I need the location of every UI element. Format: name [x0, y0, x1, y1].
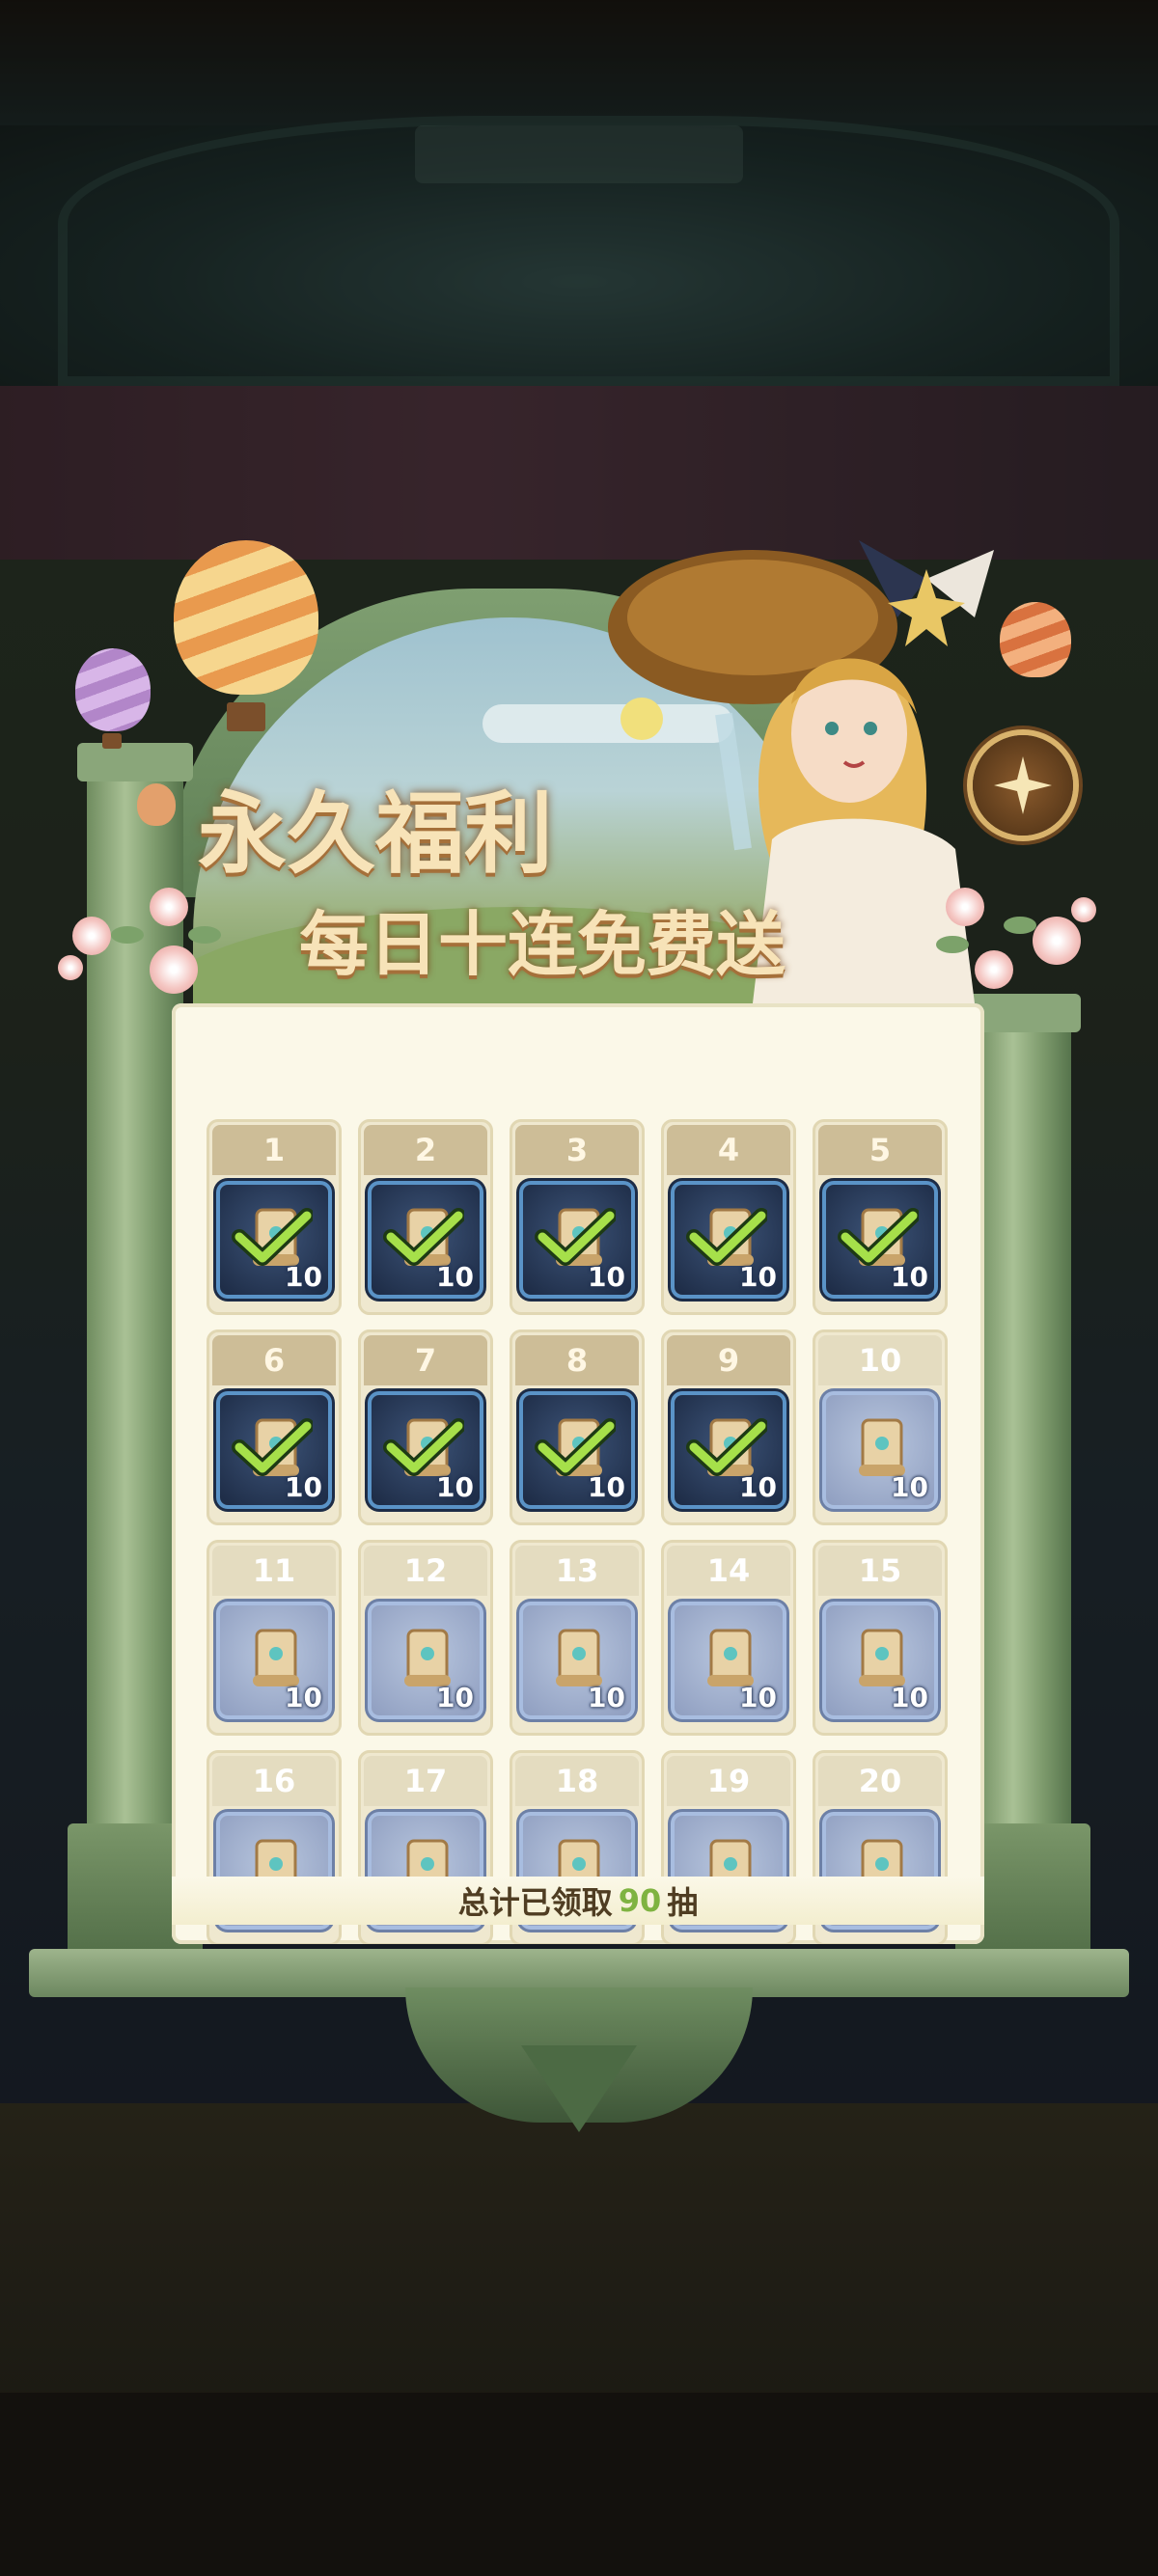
summon-scroll-tile: 10 — [826, 1605, 934, 1715]
right-flower-cluster — [926, 878, 1110, 994]
checkmark-icon — [686, 1418, 767, 1476]
title-subtitle: 每日十连免费送 — [299, 904, 786, 985]
small-balloon-basket — [102, 733, 122, 749]
day-number: 5 — [818, 1125, 942, 1175]
day-number: 18 — [515, 1756, 639, 1806]
day-number: 1 — [212, 1125, 336, 1175]
reward-quantity: 10 — [588, 1261, 625, 1293]
summon-scroll-tile: 10 — [675, 1395, 783, 1505]
summon-scroll-tile: 10 — [220, 1185, 328, 1295]
day-number: 12 — [364, 1546, 487, 1596]
reward-slot[interactable]: 5 10 — [813, 1119, 948, 1315]
checkmark-icon — [232, 1418, 313, 1476]
reward-slot[interactable]: 12 10 — [358, 1540, 493, 1736]
reward-quantity: 10 — [891, 1261, 928, 1293]
day-number: 9 — [667, 1335, 790, 1385]
close-button[interactable] — [973, 735, 1073, 836]
reward-quantity: 10 — [739, 1261, 777, 1293]
summon-scroll-tile: 10 — [675, 1185, 783, 1295]
reward-quantity: 10 — [285, 1471, 322, 1503]
day-number: 6 — [212, 1335, 336, 1385]
checkmark-icon — [838, 1208, 919, 1266]
reward-quantity: 10 — [285, 1261, 322, 1293]
left-pillar-cap — [77, 743, 193, 781]
summon-scroll-tile: 10 — [826, 1185, 934, 1295]
summon-scroll-tile: 10 — [220, 1395, 328, 1505]
day-number: 11 — [212, 1546, 336, 1596]
left-flower-cluster — [53, 878, 236, 994]
reward-slot[interactable]: 4 10 — [661, 1119, 796, 1315]
reward-slot[interactable]: 7 10 — [358, 1329, 493, 1525]
balloon-basket — [227, 702, 265, 731]
reward-slot[interactable]: 3 10 — [510, 1119, 645, 1315]
day-number: 7 — [364, 1335, 487, 1385]
reward-quantity: 10 — [285, 1682, 322, 1713]
reward-quantity: 10 — [436, 1261, 474, 1293]
checkmark-icon — [232, 1208, 313, 1266]
day-number: 10 — [818, 1335, 942, 1385]
reward-slot[interactable]: 9 10 — [661, 1329, 796, 1525]
reward-slot[interactable]: 8 10 — [510, 1329, 645, 1525]
title-main: 永久福利 — [198, 782, 554, 886]
day-number: 14 — [667, 1546, 790, 1596]
small-balloon-icon — [75, 648, 151, 731]
total-count: 90 — [618, 1882, 662, 1919]
day-number: 19 — [667, 1756, 790, 1806]
reward-quantity: 10 — [588, 1682, 625, 1713]
day-number: 2 — [364, 1125, 487, 1175]
summon-scroll-tile: 10 — [826, 1395, 934, 1505]
star-close-icon — [994, 756, 1052, 814]
reward-quantity: 10 — [436, 1471, 474, 1503]
reward-quantity: 10 — [436, 1682, 474, 1713]
reward-slot[interactable]: 1 10 — [207, 1119, 342, 1315]
day-number: 16 — [212, 1756, 336, 1806]
total-claimed-bar: 总计已领取 90 抽 — [172, 1877, 984, 1925]
reward-slot[interactable]: 2 10 — [358, 1119, 493, 1315]
summon-scroll-tile: 10 — [675, 1605, 783, 1715]
day-number: 8 — [515, 1335, 639, 1385]
tiny-balloon-icon — [137, 783, 176, 826]
reward-slot[interactable]: 11 10 — [207, 1540, 342, 1736]
reward-slot[interactable]: 14 10 — [661, 1540, 796, 1736]
day-number: 17 — [364, 1756, 487, 1806]
reward-slot[interactable]: 10 10 — [813, 1329, 948, 1525]
reward-quantity: 10 — [739, 1471, 777, 1503]
day-number: 15 — [818, 1546, 942, 1596]
reward-quantity: 10 — [739, 1682, 777, 1713]
reward-quantity: 10 — [891, 1682, 928, 1713]
summon-scroll-tile: 10 — [523, 1185, 631, 1295]
summon-scroll-tile: 10 — [523, 1605, 631, 1715]
checkmark-icon — [535, 1208, 616, 1266]
reward-slot[interactable]: 6 10 — [207, 1329, 342, 1525]
total-suffix: 抽 — [667, 1884, 699, 1921]
summon-scroll-tile: 10 — [372, 1395, 480, 1505]
checkmark-icon — [686, 1208, 767, 1266]
reward-slot[interactable]: 13 10 — [510, 1540, 645, 1736]
reward-grid: 1 10 2 10 3 10 4 10 5 10 6 10 7 10 8 10 9 10 10 10 11 10 12 10 1… — [207, 1119, 948, 1944]
checkmark-icon — [383, 1208, 464, 1266]
hot-air-balloon-icon — [174, 540, 318, 695]
day-number: 20 — [818, 1756, 942, 1806]
summon-scroll-tile: 10 — [372, 1605, 480, 1715]
day-number: 13 — [515, 1546, 639, 1596]
day-number: 4 — [667, 1125, 790, 1175]
checkmark-icon — [383, 1418, 464, 1476]
summon-scroll-tile: 10 — [523, 1395, 631, 1505]
summon-scroll-tile: 10 — [220, 1605, 328, 1715]
reward-slot[interactable]: 15 10 — [813, 1540, 948, 1736]
right-pillar — [975, 1003, 1071, 1959]
reward-quantity: 10 — [588, 1471, 625, 1503]
total-prefix: 总计已领取 — [457, 1884, 613, 1921]
summon-scroll-tile: 10 — [372, 1185, 480, 1295]
day-number: 3 — [515, 1125, 639, 1175]
checkmark-icon — [535, 1418, 616, 1476]
reward-panel: 1 10 2 10 3 10 4 10 5 10 6 10 7 10 8 10 9 10 10 10 11 10 12 10 1… — [172, 1003, 984, 1944]
reward-quantity: 10 — [891, 1471, 928, 1503]
